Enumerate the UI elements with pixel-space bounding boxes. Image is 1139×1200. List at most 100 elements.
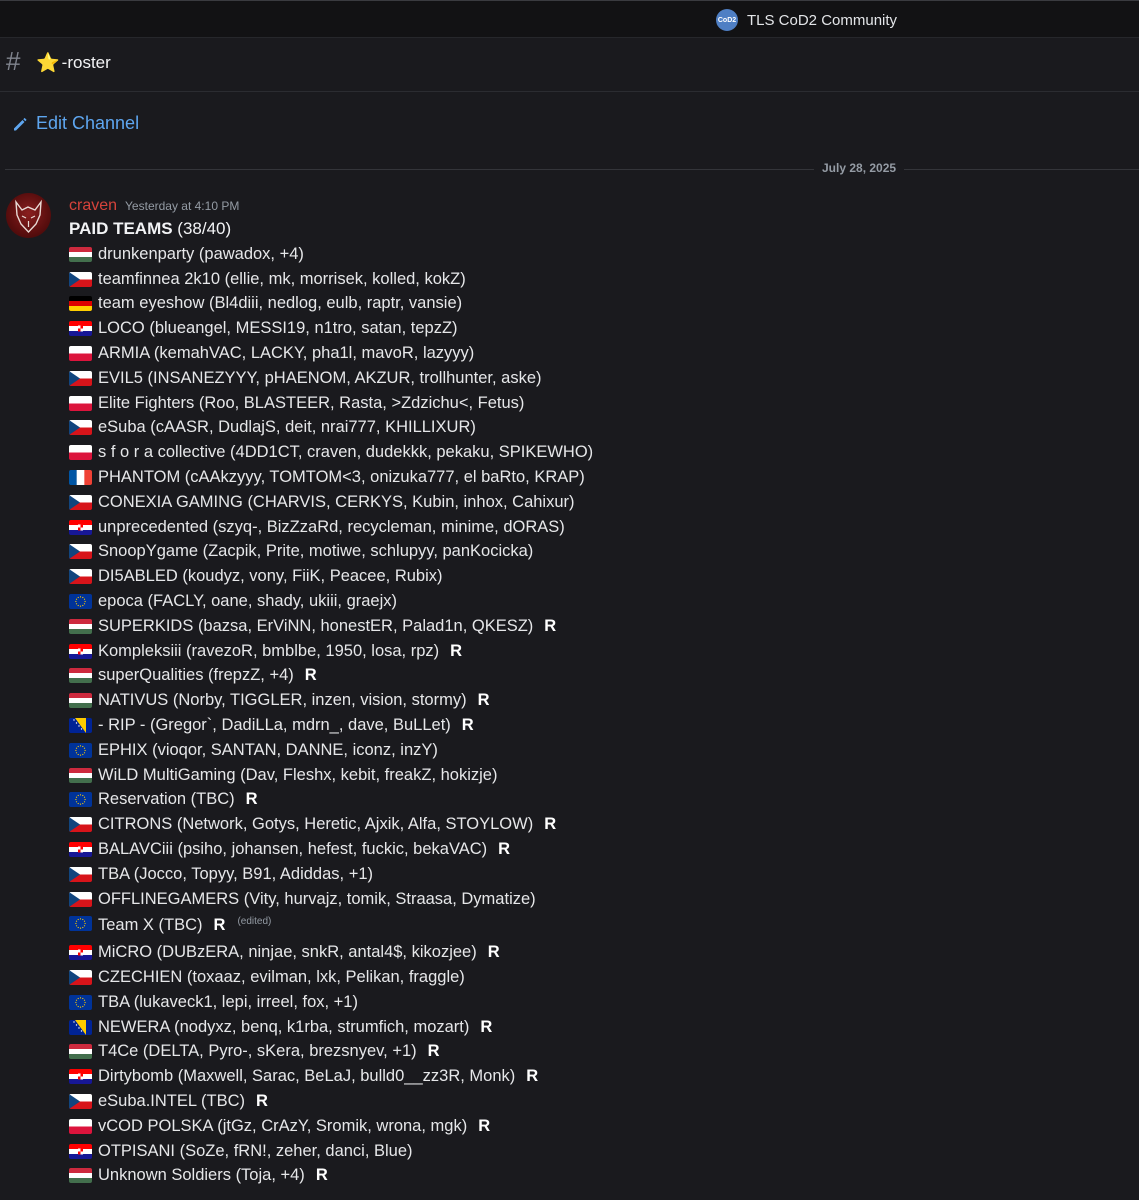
flag-eu-icon bbox=[69, 915, 92, 931]
team-text: Team X (TBC) bbox=[98, 915, 203, 934]
flag-ba-icon bbox=[69, 1019, 92, 1035]
flag-hr-icon bbox=[69, 945, 92, 961]
flag-hu-icon bbox=[69, 693, 92, 709]
team-row: eSuba.INTEL (TBC) R bbox=[69, 1089, 593, 1114]
title-count: (38/40) bbox=[172, 219, 232, 238]
team-row: NATIVUS (Norby, TIGGLER, inzen, vision, … bbox=[69, 688, 593, 713]
team-row: DI5ABLED (koudyz, vony, FiiK, Peacee, Ru… bbox=[69, 564, 593, 589]
team-row: Team X (TBC) R (edited) bbox=[69, 912, 593, 941]
flag-hu-icon bbox=[69, 668, 92, 684]
flag-cz-icon bbox=[69, 370, 92, 386]
flag-cz-icon bbox=[69, 494, 92, 510]
team-row: SUPERKIDS (bazsa, ErViNN, honestER, Pala… bbox=[69, 614, 593, 639]
flag-pl-icon bbox=[69, 445, 92, 461]
reserve-mark: R bbox=[544, 616, 557, 635]
team-text: DI5ABLED (koudyz, vony, FiiK, Peacee, Ru… bbox=[98, 567, 443, 586]
flag-eu-icon bbox=[69, 994, 92, 1010]
channel-title: ⭐ -roster bbox=[36, 53, 111, 73]
team-text: SnoopYgame (Zacpik, Prite, motiwe, schlu… bbox=[98, 542, 534, 561]
flag-cz-icon bbox=[69, 569, 92, 585]
team-text: eSuba.INTEL (TBC) bbox=[98, 1091, 246, 1110]
reserve-mark: R bbox=[526, 1067, 539, 1086]
team-text: CONEXIA GAMING (CHARVIS, CERKYS, Kubin, … bbox=[98, 492, 575, 511]
flag-cz-icon bbox=[69, 866, 92, 882]
team-text: MiCRO (DUBzERA, ninjae, snkR, antal4$, k… bbox=[98, 943, 477, 962]
team-row: OFFLINEGAMERS (Vity, hurvajz, tomik, Str… bbox=[69, 887, 593, 912]
team-row: s f o r a collective (4DD1CT, craven, du… bbox=[69, 440, 593, 465]
team-text: epoca (FACLY, oane, shady, ukiii, graejx… bbox=[98, 592, 397, 611]
team-text: drunkenparty (pawadox, +4) bbox=[98, 244, 304, 263]
channel-name: -roster bbox=[61, 53, 111, 72]
edited-label: (edited) bbox=[237, 915, 272, 927]
date-divider: July 28, 2025 bbox=[814, 161, 905, 175]
team-text: TBA (lukaveck1, lepi, irreel, fox, +1) bbox=[98, 992, 358, 1011]
team-text: OFFLINEGAMERS (Vity, hurvajz, tomik, Str… bbox=[98, 889, 536, 908]
edit-channel-button[interactable]: Edit Channel bbox=[12, 113, 139, 134]
team-text: T4Ce (DELTA, Pyro-, sKera, brezsnyev, +1… bbox=[98, 1042, 417, 1061]
team-row: Elite Fighters (Roo, BLASTEER, Rasta, >Z… bbox=[69, 391, 593, 416]
flag-cz-icon bbox=[69, 420, 92, 436]
server-badge[interactable]: CoD2 TLS CoD2 Community bbox=[716, 9, 897, 31]
team-row: Dirtybomb (Maxwell, Sarac, BeLaJ, bulld0… bbox=[69, 1064, 593, 1089]
team-text: SUPERKIDS (bazsa, ErViNN, honestER, Pala… bbox=[98, 616, 534, 635]
flag-hr-icon bbox=[69, 1143, 92, 1159]
flag-hr-icon bbox=[69, 321, 92, 337]
flag-hu-icon bbox=[69, 1044, 92, 1060]
flag-pl-icon bbox=[69, 1118, 92, 1134]
message-author[interactable]: craven bbox=[69, 197, 117, 215]
reserve-mark: R bbox=[480, 1017, 493, 1036]
reserve-mark: R bbox=[487, 943, 500, 962]
team-text: PHANTOM (cAAkzyyy, TOMTOM<3, onizuka777,… bbox=[98, 468, 585, 487]
team-row: Reservation (TBC) R bbox=[69, 788, 593, 813]
title-bold: PAID TEAMS bbox=[69, 219, 173, 238]
flag-cz-icon bbox=[69, 271, 92, 287]
flag-hu-icon bbox=[69, 1168, 92, 1184]
message-title: PAID TEAMS (38/40) bbox=[69, 219, 231, 239]
hash-icon: # bbox=[6, 46, 21, 76]
team-text: NEWERA (nodyxz, benq, k1rba, strumfich, … bbox=[98, 1017, 470, 1036]
flag-hr-icon bbox=[69, 842, 92, 858]
edit-channel-label: Edit Channel bbox=[36, 113, 140, 133]
team-text: WiLD MultiGaming (Dav, Fleshx, kebit, fr… bbox=[98, 765, 498, 784]
team-row: EPHIX (vioqor, SANTAN, DANNE, iconz, inz… bbox=[69, 738, 593, 763]
reserve-mark: R bbox=[544, 815, 557, 834]
team-row: SnoopYgame (Zacpik, Prite, motiwe, schlu… bbox=[69, 540, 593, 565]
team-row: teamfinnea 2k10 (ellie, mk, morrisek, ko… bbox=[69, 267, 593, 292]
team-row: OTPISANI (SoZe, fRN!, zeher, danci, Blue… bbox=[69, 1139, 593, 1164]
flag-eu-icon bbox=[69, 594, 92, 610]
flag-hr-icon bbox=[69, 519, 92, 535]
team-text: EPHIX (vioqor, SANTAN, DANNE, iconz, inz… bbox=[98, 740, 438, 759]
avatar[interactable] bbox=[6, 193, 51, 238]
team-text: team eyeshow (Bl4diii, nedlog, eulb, rap… bbox=[98, 294, 463, 313]
message-timestamp: Yesterday at 4:10 PM bbox=[125, 199, 240, 213]
reserve-mark: R bbox=[245, 790, 258, 809]
flag-ba-icon bbox=[69, 718, 92, 734]
team-text: CITRONS (Network, Gotys, Heretic, Ajxik,… bbox=[98, 815, 534, 834]
team-row: Kompleksiii (ravezoR, bmblbe, 1950, losa… bbox=[69, 639, 593, 664]
flag-cz-icon bbox=[69, 970, 92, 985]
team-text: OTPISANI (SoZe, fRN!, zeher, danci, Blue… bbox=[98, 1141, 413, 1160]
team-row: team eyeshow (Bl4diii, nedlog, eulb, rap… bbox=[69, 292, 593, 317]
team-row: CZECHIEN (toxaaz, evilman, lxk, Pelikan,… bbox=[69, 965, 593, 990]
reserve-mark: R bbox=[461, 716, 474, 735]
reserve-mark: R bbox=[498, 840, 511, 859]
team-text: teamfinnea 2k10 (ellie, mk, morrisek, ko… bbox=[98, 269, 466, 288]
reserve-mark: R bbox=[256, 1091, 268, 1110]
reserve-mark: R bbox=[427, 1042, 440, 1061]
flag-hu-icon bbox=[69, 246, 92, 262]
reserve-mark: R bbox=[478, 1116, 491, 1135]
team-row: superQualities (frepzZ, +4) R bbox=[69, 664, 593, 689]
team-text: Reservation (TBC) bbox=[98, 790, 235, 809]
team-row: - RIP - (Gregor`, DadiLLa, mdrn_, dave, … bbox=[69, 713, 593, 738]
team-text: TBA (Jocco, Topyy, B91, Adiddas, +1) bbox=[98, 864, 373, 883]
team-text: ARMIA (kemahVAC, LACKY, pha1l, mavoR, la… bbox=[98, 344, 475, 363]
team-list: drunkenparty (pawadox, +4) teamfinnea 2k1… bbox=[69, 242, 593, 1188]
team-text: Dirtybomb (Maxwell, Sarac, BeLaJ, bulld0… bbox=[98, 1067, 516, 1086]
team-text: CZECHIEN (toxaaz, evilman, lxk, Pelikan,… bbox=[98, 968, 465, 986]
team-row: unprecedented (szyq-, BizZzaRd, recyclem… bbox=[69, 515, 593, 540]
server-name: TLS CoD2 Community bbox=[747, 11, 898, 29]
server-icon: CoD2 bbox=[716, 9, 738, 31]
reserve-mark: R bbox=[450, 641, 463, 660]
team-row: PHANTOM (cAAkzyyy, TOMTOM<3, onizuka777,… bbox=[69, 465, 593, 490]
flag-cz-icon bbox=[69, 544, 92, 560]
